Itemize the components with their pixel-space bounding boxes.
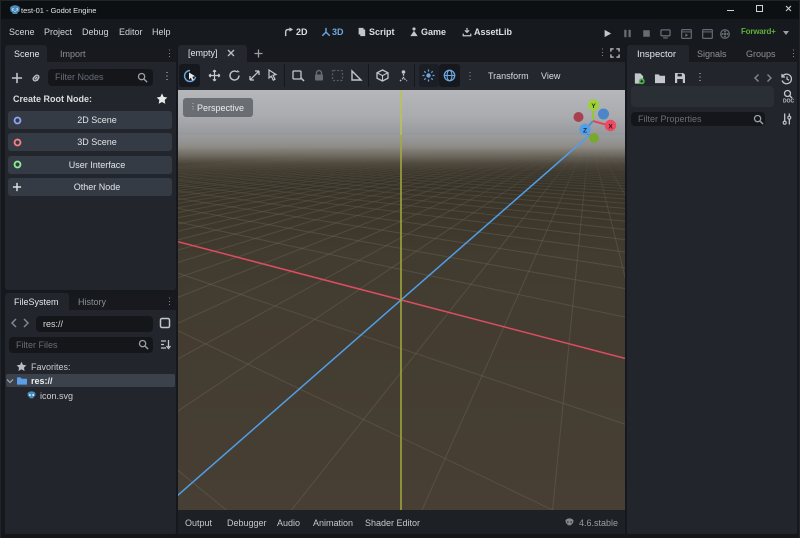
svg-text:Y: Y — [591, 103, 596, 110]
svg-text:DOC: DOC — [783, 99, 794, 104]
svg-text:X: X — [608, 123, 613, 130]
svg-text:Z: Z — [583, 127, 587, 134]
